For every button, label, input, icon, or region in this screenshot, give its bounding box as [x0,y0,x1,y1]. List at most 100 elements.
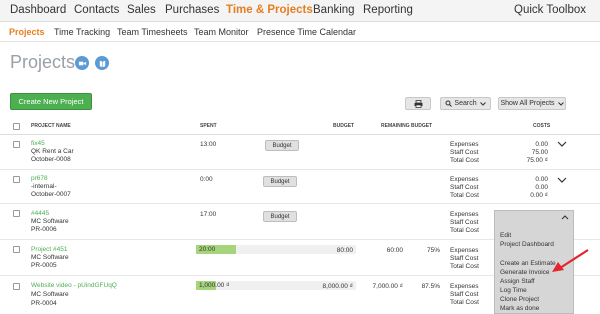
total-cost-label: Total Cost [450,192,479,199]
spent-value: 20:00 [199,246,216,253]
project-name-link[interactable]: fix45 [31,140,45,147]
header-remaining-budget: REMAINING BUDGET [381,123,433,129]
project-code: PR-0004 [31,300,57,307]
menu-item-generate-invoice[interactable]: Generate Invoice [500,269,550,276]
quick-toolbox-link[interactable]: Quick Toolbox [514,4,586,16]
search-icon [445,100,453,107]
project-code: October-0008 [31,156,71,163]
remaining-percent: 75% [426,247,440,254]
print-icon [414,99,422,108]
header-costs: COSTS [533,123,551,129]
client-name: MC Software [31,254,69,261]
spent-value: 17:00 [200,211,217,218]
total-cost-label: Total Cost [450,263,479,270]
remaining-value: 60:00 [386,247,403,254]
nav-banking[interactable]: Banking [313,4,355,16]
project-name-link[interactable]: #4445 [31,210,49,217]
tab-team-timesheets[interactable]: Team Timesheets [117,27,188,37]
table-header: PROJECT NAME SPENT BUDGET REMAINING BUDG… [0,118,600,135]
project-name-link[interactable]: pr678 [31,175,48,182]
total-cost-value: 75.00 ₫ [526,157,548,164]
page-title: Projects [10,52,76,72]
search-button[interactable]: Search [440,97,491,110]
remaining-value: 7,000.00 ₫ [372,283,403,290]
staff-cost-value: 0.00 [535,184,548,191]
nav-sales[interactable]: Sales [127,4,156,16]
sub-navigation: Projects Time Tracking Team Timesheets T… [0,23,600,42]
expenses-value: 0.00 [535,176,548,183]
total-cost-label: Total Cost [450,157,479,164]
total-cost-value: 0.00 ₫ [530,192,548,199]
row-checkbox[interactable] [13,141,20,148]
project-name-link[interactable]: Project #451 [31,246,68,253]
nav-time-projects[interactable]: Time & Projects [226,4,313,16]
expenses-value: 0.00 [535,141,548,148]
budget-button[interactable]: Budget [265,140,299,151]
menu-item-mark-as-done[interactable]: Mark as done [500,305,539,312]
project-code: PR-0005 [31,262,57,269]
table-row: fix45 QK Rent a Car October-0008 13:00 B… [0,135,600,170]
budget-button[interactable]: Budget [263,176,297,187]
nav-purchases[interactable]: Purchases [165,4,219,16]
spent-value: 13:00 [200,141,217,148]
staff-cost-label: Staff Cost [450,255,479,262]
budget-value: 8,000.00 ₫ [322,283,353,290]
chevron-down-icon [479,101,486,106]
menu-item-assign-staff[interactable]: Assign Staff [500,278,535,285]
header-spent: SPENT [200,123,217,129]
expenses-label: Expenses [450,141,479,148]
budget-button[interactable]: Budget [263,211,297,222]
expenses-label: Expenses [450,247,479,254]
row-checkbox[interactable] [13,210,20,217]
project-code: PR-0006 [31,226,57,233]
row-checkbox[interactable] [13,176,20,183]
staff-cost-label: Staff Cost [450,149,479,156]
nav-reporting[interactable]: Reporting [363,4,413,16]
table-row: pr678 -internal- October-0007 0:00 Budge… [0,170,600,204]
staff-cost-value: 75.00 [531,149,548,156]
book-icon[interactable] [95,56,109,70]
spent-value: 1,000.00 ₫ [199,282,230,289]
row-checkbox[interactable] [13,283,20,290]
staff-cost-label: Staff Cost [450,219,479,226]
annotation-arrow-icon [552,249,589,272]
project-code: October-0007 [31,191,71,198]
header-budget: BUDGET [333,123,355,129]
filter-label: Show All Projects [500,100,555,107]
project-filter-dropdown[interactable]: Show All Projects [498,97,566,110]
expenses-label: Expenses [450,283,479,290]
menu-item-log-time[interactable]: Log Time [500,287,527,294]
nav-contacts[interactable]: Contacts [74,4,119,16]
menu-item-clone-project[interactable]: Clone Project [500,296,539,303]
chevron-up-icon[interactable] [561,214,569,220]
tab-projects[interactable]: Projects [9,27,45,37]
remaining-percent: 87.5% [421,283,440,290]
search-label: Search [454,100,477,107]
total-cost-label: Total Cost [450,227,479,234]
print-button[interactable] [405,97,431,110]
tab-team-monitor[interactable]: Team Monitor [194,27,249,37]
project-name-link[interactable]: Website video - pUindGFUqQ [31,282,117,289]
nav-dashboard[interactable]: Dashboard [10,4,66,16]
expenses-label: Expenses [450,211,479,218]
total-cost-label: Total Cost [450,299,479,306]
chevron-down-icon[interactable] [557,176,567,184]
header-project-name: PROJECT NAME [31,123,71,129]
expenses-label: Expenses [450,176,479,183]
client-name: MC Software [31,291,69,298]
create-new-project-button[interactable]: Create New Project [10,93,92,110]
video-icon[interactable] [75,56,89,70]
chevron-down-icon[interactable] [557,140,567,148]
chevron-down-icon [557,101,564,106]
row-checkbox[interactable] [13,246,20,253]
tab-time-tracking[interactable]: Time Tracking [54,27,110,37]
client-name: -internal- [31,183,57,190]
tab-presence-time-calendar[interactable]: Presence Time Calendar [257,27,356,37]
top-navigation: Dashboard Contacts Sales Purchases Time … [0,0,600,22]
menu-item-project-dashboard[interactable]: Project Dashboard [500,241,554,248]
client-name: MC Software [31,218,69,225]
select-all-checkbox[interactable] [13,123,20,130]
staff-cost-label: Staff Cost [450,184,479,191]
menu-item-edit[interactable]: Edit [500,232,511,239]
client-name: QK Rent a Car [31,148,74,155]
